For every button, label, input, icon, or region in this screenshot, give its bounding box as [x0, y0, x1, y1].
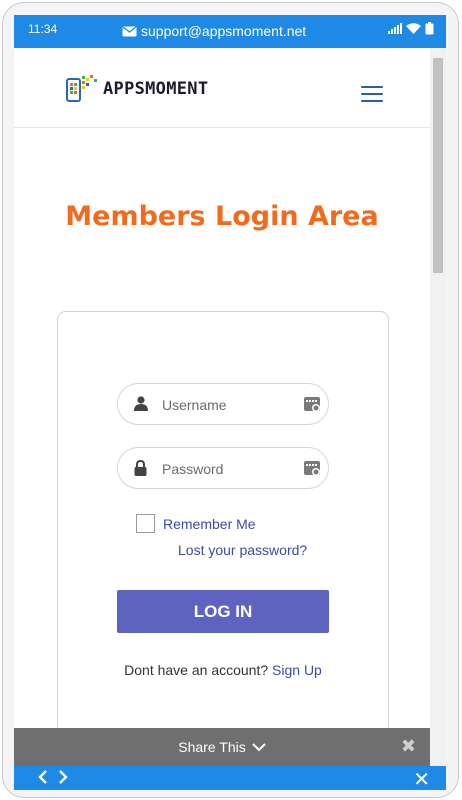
status-bar: 11:34 support@appsmoment.net	[14, 15, 446, 48]
logo[interactable]: APPSMOMENT	[66, 74, 208, 104]
status-email: support@appsmoment.net	[122, 23, 306, 39]
signal-icon	[388, 23, 402, 34]
password-manager-icon[interactable]	[304, 461, 322, 477]
username-field[interactable]	[117, 383, 329, 425]
close-icon[interactable]: ✕	[413, 767, 430, 790]
remember-me-checkbox[interactable]	[136, 514, 155, 533]
signup-prompt: Dont have an account? Sign Up	[58, 660, 388, 680]
user-icon	[134, 396, 148, 411]
mail-icon	[122, 25, 137, 36]
login-card: Remember Me Lost your password? LOG IN D…	[57, 311, 389, 771]
login-button[interactable]: LOG IN	[117, 590, 329, 633]
page-title: Members Login Area	[65, 201, 379, 232]
status-email-text: support@appsmoment.net	[141, 23, 307, 39]
share-bar: Share This ✖	[14, 728, 430, 766]
remember-me[interactable]: Remember Me	[136, 514, 256, 533]
site-header: APPSMOMENT	[14, 48, 430, 128]
nav-arrows[interactable]	[38, 769, 68, 785]
battery-icon	[425, 22, 434, 35]
lost-password-link[interactable]: Lost your password?	[178, 542, 307, 558]
wifi-icon	[406, 23, 421, 34]
hamburger-menu-icon[interactable]	[361, 86, 383, 102]
password-field[interactable]	[117, 447, 329, 489]
phone-frame: 11:34 support@appsmoment.net APPSMOMENT …	[2, 2, 459, 798]
logo-text: APPSMOMENT	[103, 79, 209, 99]
screen: 11:34 support@appsmoment.net APPSMOMENT …	[14, 15, 446, 790]
page-scrollbar[interactable]	[430, 48, 446, 778]
chevron-down-icon	[252, 742, 266, 751]
status-time: 11:34	[28, 22, 58, 36]
share-this-label: Share This	[178, 739, 246, 755]
password-input[interactable]	[162, 458, 302, 480]
remember-me-label[interactable]: Remember Me	[163, 516, 256, 532]
share-close-icon[interactable]: ✖	[401, 736, 416, 757]
username-input[interactable]	[162, 394, 302, 416]
password-manager-icon[interactable]	[304, 397, 322, 413]
share-this-button[interactable]: Share This	[14, 739, 430, 755]
signup-prompt-text: Dont have an account?	[124, 662, 269, 678]
chevron-left-icon[interactable]	[38, 769, 48, 785]
status-icons	[388, 22, 434, 35]
chevron-right-icon[interactable]	[58, 769, 68, 785]
appsmoment-logo-icon	[66, 75, 97, 102]
bottom-bar: ✕	[14, 766, 446, 790]
scroll-thumb[interactable]	[433, 58, 443, 273]
lock-icon	[134, 460, 147, 476]
signup-link[interactable]: Sign Up	[272, 662, 322, 678]
